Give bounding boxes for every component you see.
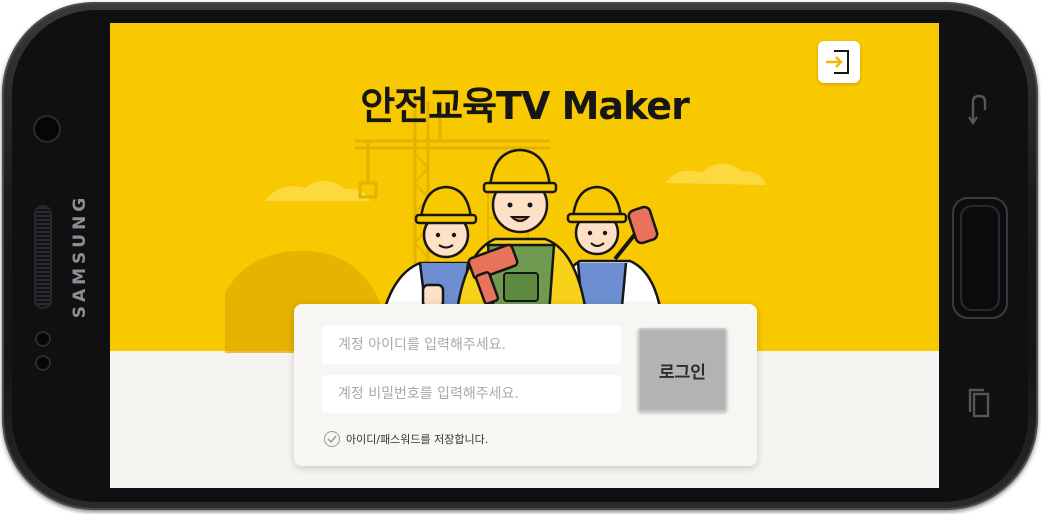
sensor-icon (35, 331, 51, 347)
app-title: 안전교육TV Maker (360, 84, 690, 128)
login-button[interactable]: 로그인 (638, 328, 727, 412)
id-input[interactable] (322, 326, 621, 364)
password-input[interactable] (322, 375, 621, 413)
front-camera-icon (33, 115, 61, 143)
remember-checkbox[interactable]: 아이디/패스워드를 저장합니다. (324, 431, 488, 447)
speaker-grille (36, 207, 50, 307)
login-card: 로그인 아이디/패스워드를 저장합니다. (294, 304, 757, 466)
remember-label: 아이디/패스워드를 저장합니다. (346, 433, 489, 446)
check-circle-icon (324, 431, 340, 447)
recent-apps-icon[interactable] (967, 386, 991, 426)
home-key-icon[interactable] (952, 197, 1008, 319)
sensor-icon (35, 355, 51, 371)
app-screen: 안전교육TV Maker 로그인 아이디/패스워드를 저장합니다. (110, 23, 939, 488)
back-key-icon[interactable] (967, 92, 991, 132)
